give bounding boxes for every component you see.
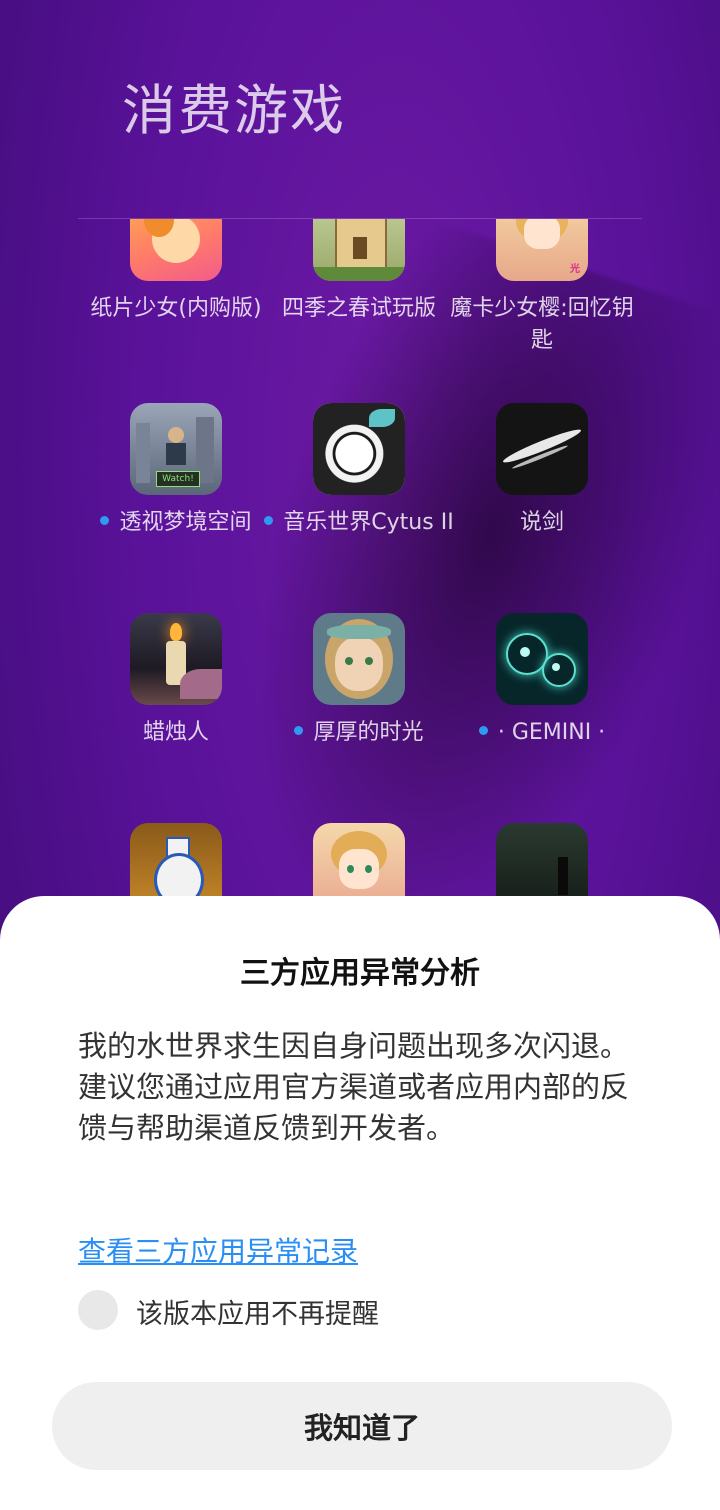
- app-dream-space[interactable]: Watch! 透视梦境空间: [81, 403, 271, 539]
- new-badge-dot: [294, 725, 304, 735]
- spring-castle-icon: [313, 219, 405, 281]
- app-label: 魔卡少女樱:回忆钥匙: [450, 296, 634, 353]
- cytus-icon: [313, 403, 405, 495]
- app-label: · GEMINI ·: [447, 717, 637, 749]
- crash-analysis-dialog: 三方应用异常分析 我的水世界求生因自身问题出现多次闪退。 建议您通过应用官方渠道…: [0, 896, 720, 1510]
- folder-title: 消费游戏: [122, 79, 346, 142]
- paper-girl-icon: [130, 219, 222, 281]
- app-cardcaptor[interactable]: 光 魔卡少女樱:回忆钥匙: [447, 219, 637, 357]
- got-it-button[interactable]: 我知道了: [52, 1382, 672, 1470]
- dialog-title: 三方应用异常分析: [240, 956, 480, 991]
- app-label: 蜡烛人: [142, 720, 209, 745]
- app-label: 音乐世界Cytus II: [264, 507, 454, 539]
- app-paper-girl[interactable]: 纸片少女(内购版): [81, 219, 271, 325]
- dialog-message-line: 建议您通过应用官方渠道或者应用内部的反馈与帮助渠道反馈到开发者。: [78, 1070, 630, 1145]
- app-grid: 纸片少女(内购版) 四季之春试玩版 光 魔卡少女樱:回忆钥匙 Watch! 透视…: [78, 219, 642, 919]
- new-badge-dot: [478, 725, 488, 735]
- app-sword[interactable]: 说剑: [447, 403, 637, 539]
- app-label: 说剑: [519, 510, 564, 535]
- girl-portrait-icon: [313, 613, 405, 705]
- app-spring-castle[interactable]: 四季之春试玩版: [264, 219, 454, 325]
- app-gemini[interactable]: · GEMINI ·: [447, 613, 637, 749]
- app-candleman[interactable]: 蜡烛人: [81, 613, 271, 749]
- app-label: 厚厚的时光: [264, 717, 454, 749]
- dialog-message-line: 我的水世界求生因自身问题出现多次闪退。: [78, 1029, 630, 1063]
- new-badge-dot: [100, 515, 110, 525]
- app-thick-time[interactable]: 厚厚的时光: [264, 613, 454, 749]
- app-cytus[interactable]: 音乐世界Cytus II: [264, 403, 454, 539]
- sword-brush-icon: [496, 403, 588, 495]
- dont-remind-checkbox[interactable]: [78, 1290, 118, 1330]
- app-label: 纸片少女(内购版): [90, 296, 262, 321]
- dialog-message: 我的水世界求生因自身问题出现多次闪退。 建议您通过应用官方渠道或者应用内部的反馈…: [78, 1026, 648, 1149]
- cardcaptor-sakura-icon: 光: [496, 219, 588, 281]
- candleman-icon: [130, 613, 222, 705]
- view-crash-records-link[interactable]: 查看三方应用异常记录: [78, 1230, 358, 1270]
- dont-remind-label: 该版本应用不再提醒: [136, 1299, 379, 1330]
- dream-space-icon: Watch!: [130, 403, 222, 495]
- app-label: 透视梦境空间: [81, 507, 271, 539]
- app-label: 四季之春试玩版: [281, 296, 436, 321]
- gemini-icon: [496, 613, 588, 705]
- new-badge-dot: [264, 515, 274, 525]
